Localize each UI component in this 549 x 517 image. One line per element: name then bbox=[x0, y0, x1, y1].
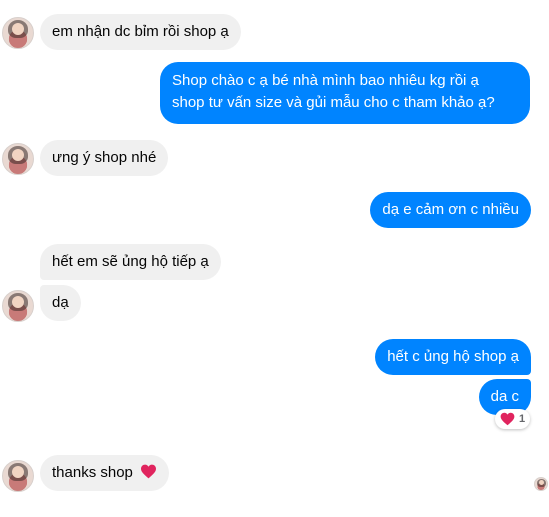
heart-icon bbox=[500, 412, 515, 426]
message-text: da c bbox=[490, 388, 519, 405]
reaction-count: 1 bbox=[519, 413, 526, 425]
contact-avatar[interactable] bbox=[2, 17, 34, 49]
seen-indicator-avatar bbox=[534, 477, 548, 491]
outgoing-message-bubble[interactable]: hết c ủng hộ shop ạ bbox=[375, 339, 531, 375]
incoming-message-bubble[interactable]: thanks shop bbox=[40, 455, 170, 491]
message-text-line: Shop chào c ạ bé nhà mình bao nhiêu kg r… bbox=[172, 72, 479, 89]
avatar-face bbox=[12, 23, 24, 35]
heart-icon bbox=[141, 464, 157, 479]
outgoing-message-bubble[interactable]: Shop chào c ạ bé nhà mình bao nhiêu kg r… bbox=[160, 62, 530, 124]
contact-avatar[interactable] bbox=[2, 290, 34, 322]
avatar-face bbox=[12, 296, 24, 308]
avatar-face bbox=[539, 480, 544, 485]
avatar-face bbox=[12, 466, 24, 478]
message-text: dạ e cảm ơn c nhiều bbox=[382, 201, 519, 218]
incoming-message-bubble[interactable]: ưng ý shop nhé bbox=[40, 140, 169, 176]
message-text: em nhận dc bỉm rồi shop ạ bbox=[52, 23, 229, 40]
incoming-message-bubble[interactable]: em nhận dc bỉm rồi shop ạ bbox=[40, 14, 241, 50]
incoming-message-bubble[interactable]: hết em sẽ ủng hộ tiếp ạ bbox=[40, 244, 221, 280]
message-text: dạ bbox=[52, 294, 69, 311]
contact-avatar[interactable] bbox=[2, 460, 34, 492]
contact-avatar[interactable] bbox=[2, 143, 34, 175]
incoming-message-bubble[interactable]: dạ bbox=[40, 285, 81, 321]
outgoing-message-bubble[interactable]: dạ e cảm ơn c nhiều bbox=[370, 192, 531, 228]
message-text: thanks shop bbox=[52, 464, 133, 481]
avatar-face bbox=[12, 149, 24, 161]
message-reaction[interactable]: 1 bbox=[495, 409, 531, 429]
message-text: hết em sẽ ủng hộ tiếp ạ bbox=[52, 253, 209, 270]
message-text: ưng ý shop nhé bbox=[52, 149, 157, 166]
message-text: hết c ủng hộ shop ạ bbox=[387, 348, 519, 365]
message-text-line: shop tư vấn size và gủi mẫu cho c tham k… bbox=[172, 94, 495, 111]
